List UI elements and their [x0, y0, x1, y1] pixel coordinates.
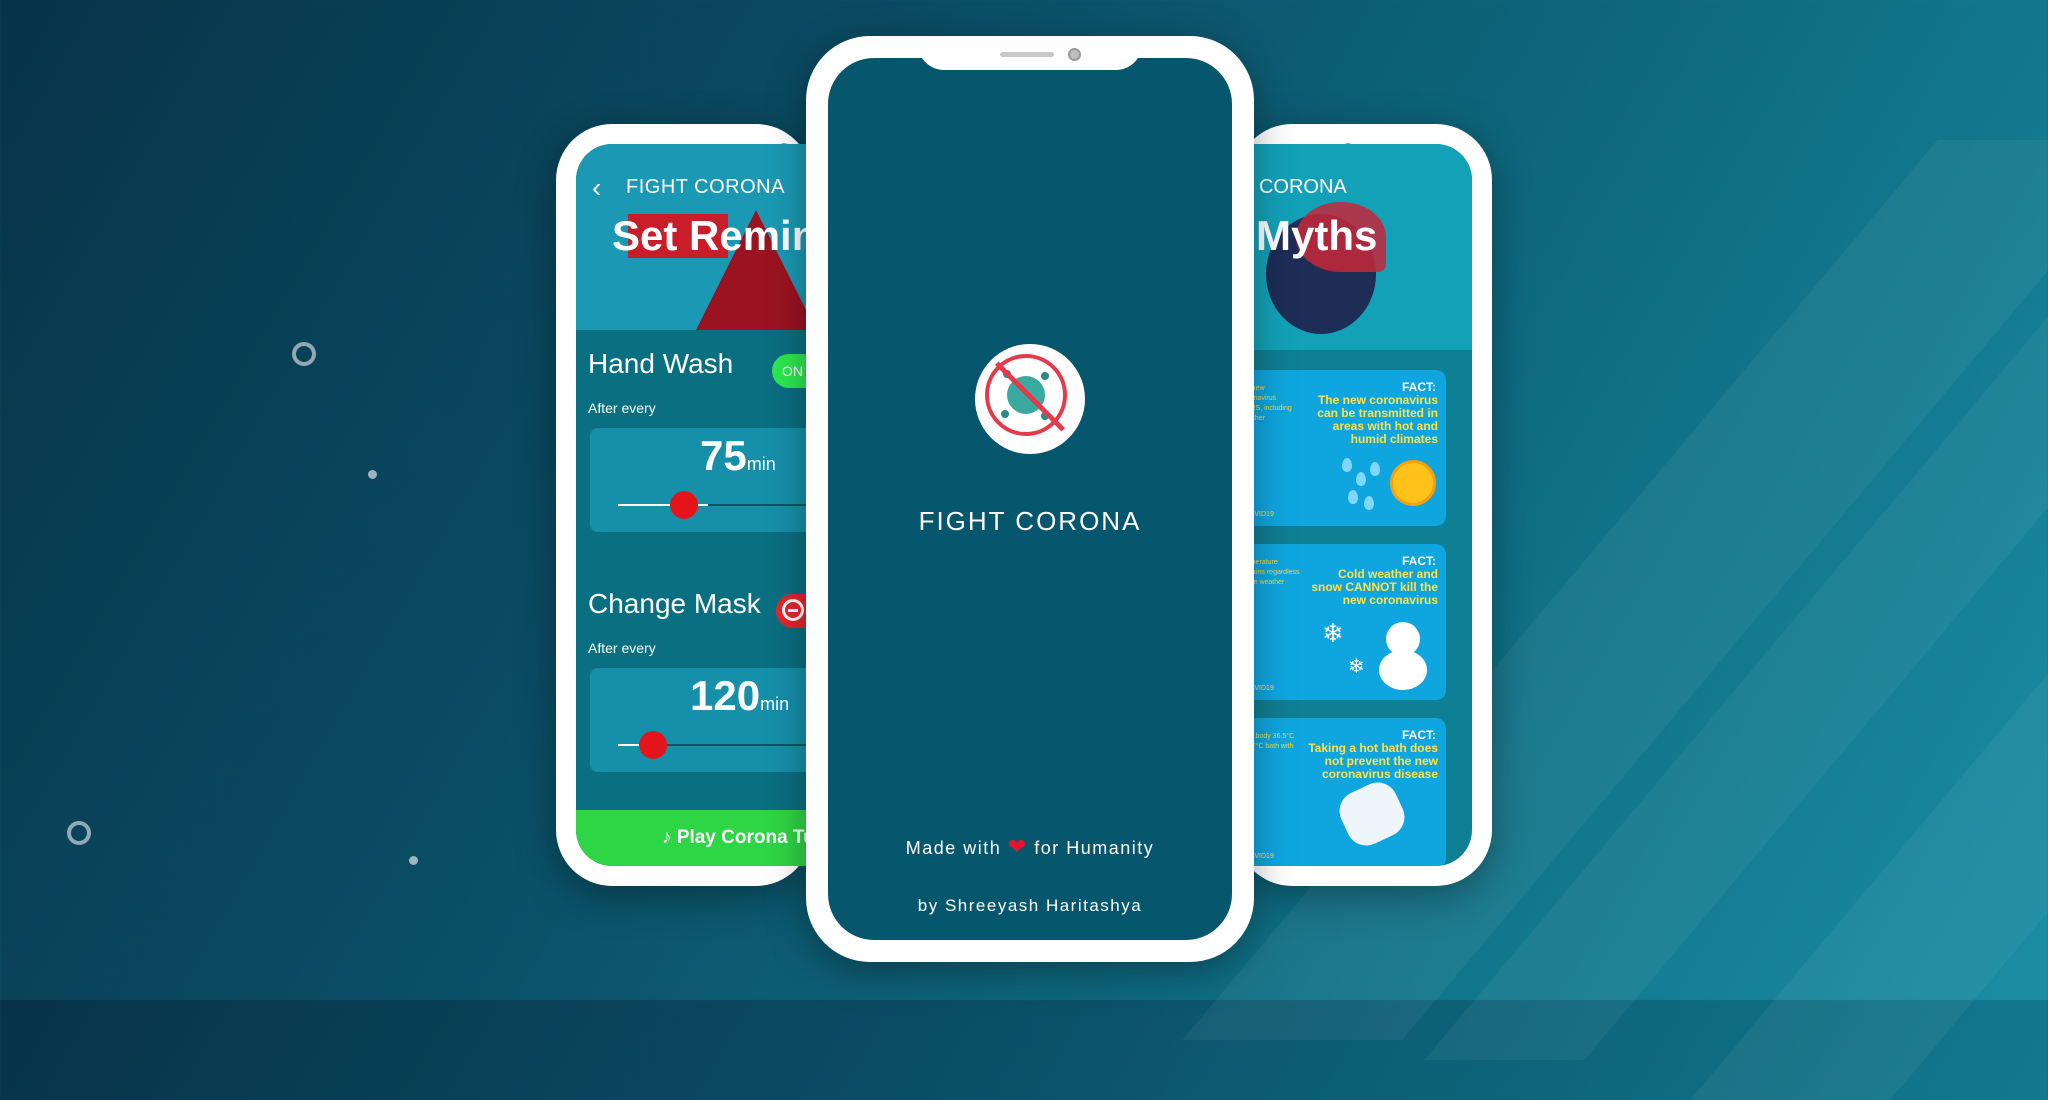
decor-dot	[368, 470, 377, 479]
made-with-text: Made with ❤ for Humanity	[828, 834, 1232, 860]
hand-wash-card: 75min	[590, 428, 812, 532]
hand-wash-title: Hand Wash	[588, 348, 734, 379]
raindrop-icon	[1342, 458, 1352, 472]
prohibition-slash	[994, 361, 1066, 432]
hand-wash-slider[interactable]	[618, 491, 812, 519]
slider-ticks	[708, 504, 812, 506]
fact-label: FACT:	[1402, 728, 1436, 742]
banner-title: Myths	[1256, 212, 1378, 259]
bathtub-icon	[1332, 775, 1412, 853]
back-icon[interactable]: ‹	[592, 172, 601, 204]
speaker	[1000, 52, 1054, 57]
fact-label: FACT:	[1402, 380, 1436, 394]
myths-screen: IT CORONA Myths the new coronavirus MERS…	[1236, 144, 1472, 866]
change-mask-slider[interactable]	[618, 731, 812, 759]
banner-title: Set Remind	[612, 212, 812, 259]
sun-icon	[1390, 460, 1436, 506]
fact-text: The new coronavirus can be transmitted i…	[1317, 393, 1438, 446]
raindrop-icon	[1348, 490, 1358, 504]
hand-wash-after-label: After every	[588, 400, 656, 416]
slider-thumb[interactable]	[670, 491, 699, 519]
header-title: FIGHT CORONA	[626, 176, 785, 198]
fact-card[interactable]: temperature remains regardless of the we…	[1236, 544, 1446, 700]
myths-header: IT CORONA Myths	[1236, 144, 1472, 350]
slider-ticks	[658, 744, 812, 746]
change-mask-card: 120min	[590, 668, 812, 772]
notch	[918, 36, 1142, 70]
app-name: FIGHT CORONA	[918, 506, 1142, 536]
decor-dot	[409, 856, 418, 865]
decor-ring	[292, 342, 316, 366]
fact-card[interactable]: the new coronavirus MERS, including weat…	[1236, 370, 1446, 526]
fact-card[interactable]: your body 36.5°C to 37°C bath with FACT:…	[1236, 718, 1446, 866]
fact-text: Taking a hot bath does not prevent the n…	[1308, 741, 1438, 781]
change-mask-after-label: After every	[588, 640, 656, 656]
virus-spike	[1001, 410, 1009, 418]
toggle-off-icon	[782, 599, 804, 621]
heart-icon: ❤	[1007, 834, 1028, 859]
phone-reminders: ‹ FIGHT CORONA Set Remind Hand Wash ON A…	[556, 124, 812, 886]
made-prefix: Made with	[905, 838, 1002, 858]
snowflake-icon: ❄	[1348, 656, 1365, 678]
splash-screen: FIGHT CORONA Made with ❤ for Humanity by…	[828, 58, 1232, 940]
raindrop-icon	[1356, 472, 1366, 486]
snowflake-icon: ❄	[1322, 618, 1344, 648]
play-corona-tune-button[interactable]: ♪ Play Corona Tu	[576, 810, 812, 866]
snowman-icon	[1379, 650, 1427, 690]
hand-wash-value: 75min	[700, 432, 776, 479]
reminders-screen: ‹ FIGHT CORONA Set Remind Hand Wash ON A…	[576, 144, 812, 866]
phone-splash: FIGHT CORONA Made with ❤ for Humanity by…	[806, 36, 1254, 962]
fight-corona-logo	[975, 344, 1085, 454]
change-mask-value: 120min	[690, 672, 790, 719]
camera	[1068, 48, 1081, 61]
decor-ring	[67, 821, 91, 845]
raindrop-icon	[1364, 496, 1374, 510]
reminders-header: ‹ FIGHT CORONA Set Remind	[576, 144, 812, 330]
change-mask-title: Change Mask	[588, 588, 761, 619]
snowman-head-icon	[1386, 622, 1420, 656]
virus-spike	[1041, 372, 1049, 380]
author-credit: by Shreeyash Haritashya	[917, 896, 1143, 915]
phone-myths: IT CORONA Myths the new coronavirus MERS…	[1236, 124, 1492, 886]
fact-label: FACT:	[1402, 554, 1436, 568]
slider-thumb[interactable]	[639, 731, 668, 759]
fact-text: Cold weather and snow CANNOT kill the ne…	[1311, 567, 1438, 607]
raindrop-icon	[1370, 462, 1380, 476]
made-suffix: for Humanity	[1034, 838, 1155, 858]
no-virus-icon	[985, 354, 1067, 436]
